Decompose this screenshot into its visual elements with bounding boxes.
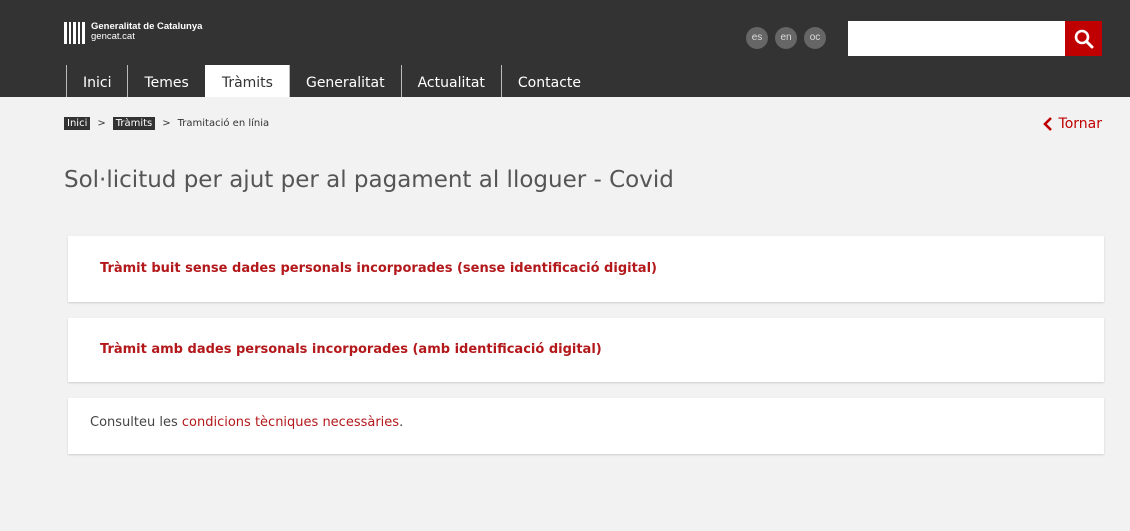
main-nav: Inici Temes Tràmits Generalitat Actualit… (66, 65, 597, 97)
nav-inici[interactable]: Inici (66, 65, 127, 97)
option-card: Tràmit buit sense dades personals incorp… (68, 236, 1104, 302)
breadcrumb-inici[interactable]: Inici (64, 117, 91, 130)
search-icon (1074, 29, 1093, 48)
chevron-left-icon (1042, 117, 1052, 131)
option-link-no-id[interactable]: Tràmit buit sense dades personals incorp… (100, 261, 657, 276)
option-link-with-id[interactable]: Tràmit amb dades personals incorporades … (100, 342, 602, 357)
breadcrumb-separator: > (97, 118, 106, 129)
language-oc-button[interactable]: oc (804, 27, 826, 49)
logo-subtitle: gencat.cat (91, 31, 135, 42)
technical-conditions-link[interactable]: condicions tècniques necessàries (182, 415, 399, 430)
page-title: Sol·licitud per ajut per al pagament al … (64, 167, 674, 193)
info-text: Consulteu les condicions tècniques neces… (90, 415, 403, 430)
back-link[interactable]: Tornar (1042, 116, 1102, 132)
language-selector: es en oc (746, 27, 826, 49)
breadcrumb-tramits[interactable]: Tràmits (112, 117, 156, 130)
nav-tramits[interactable]: Tràmits (204, 65, 289, 97)
language-en-button[interactable]: en (775, 27, 797, 49)
nav-actualitat[interactable]: Actualitat (400, 65, 501, 97)
breadcrumb: Inici > Tràmits > Tramitació en línia (64, 117, 269, 130)
logo-text: Generalitat de Catalunya gencat.cat (91, 22, 202, 42)
info-suffix: . (399, 415, 404, 430)
nav-contacte[interactable]: Contacte (500, 65, 597, 97)
nav-generalitat[interactable]: Generalitat (288, 65, 401, 97)
search-input[interactable] (848, 21, 1065, 56)
language-es-button[interactable]: es (746, 27, 768, 49)
info-prefix: Consulteu les (90, 415, 182, 430)
search-button[interactable] (1065, 21, 1102, 56)
info-card: Consulteu les condicions tècniques neces… (68, 398, 1104, 454)
generalitat-emblem-icon (64, 22, 85, 44)
breadcrumb-separator: > (162, 118, 171, 129)
gencat-logo[interactable]: Generalitat de Catalunya gencat.cat (64, 22, 202, 44)
search-box (848, 21, 1102, 56)
top-bar: Generalitat de Catalunya gencat.cat es e… (0, 0, 1130, 97)
option-card: Tràmit amb dades personals incorporades … (68, 318, 1104, 382)
back-label: Tornar (1058, 116, 1102, 132)
nav-temes[interactable]: Temes (127, 65, 204, 97)
breadcrumb-current: Tramitació en línia (177, 118, 270, 129)
